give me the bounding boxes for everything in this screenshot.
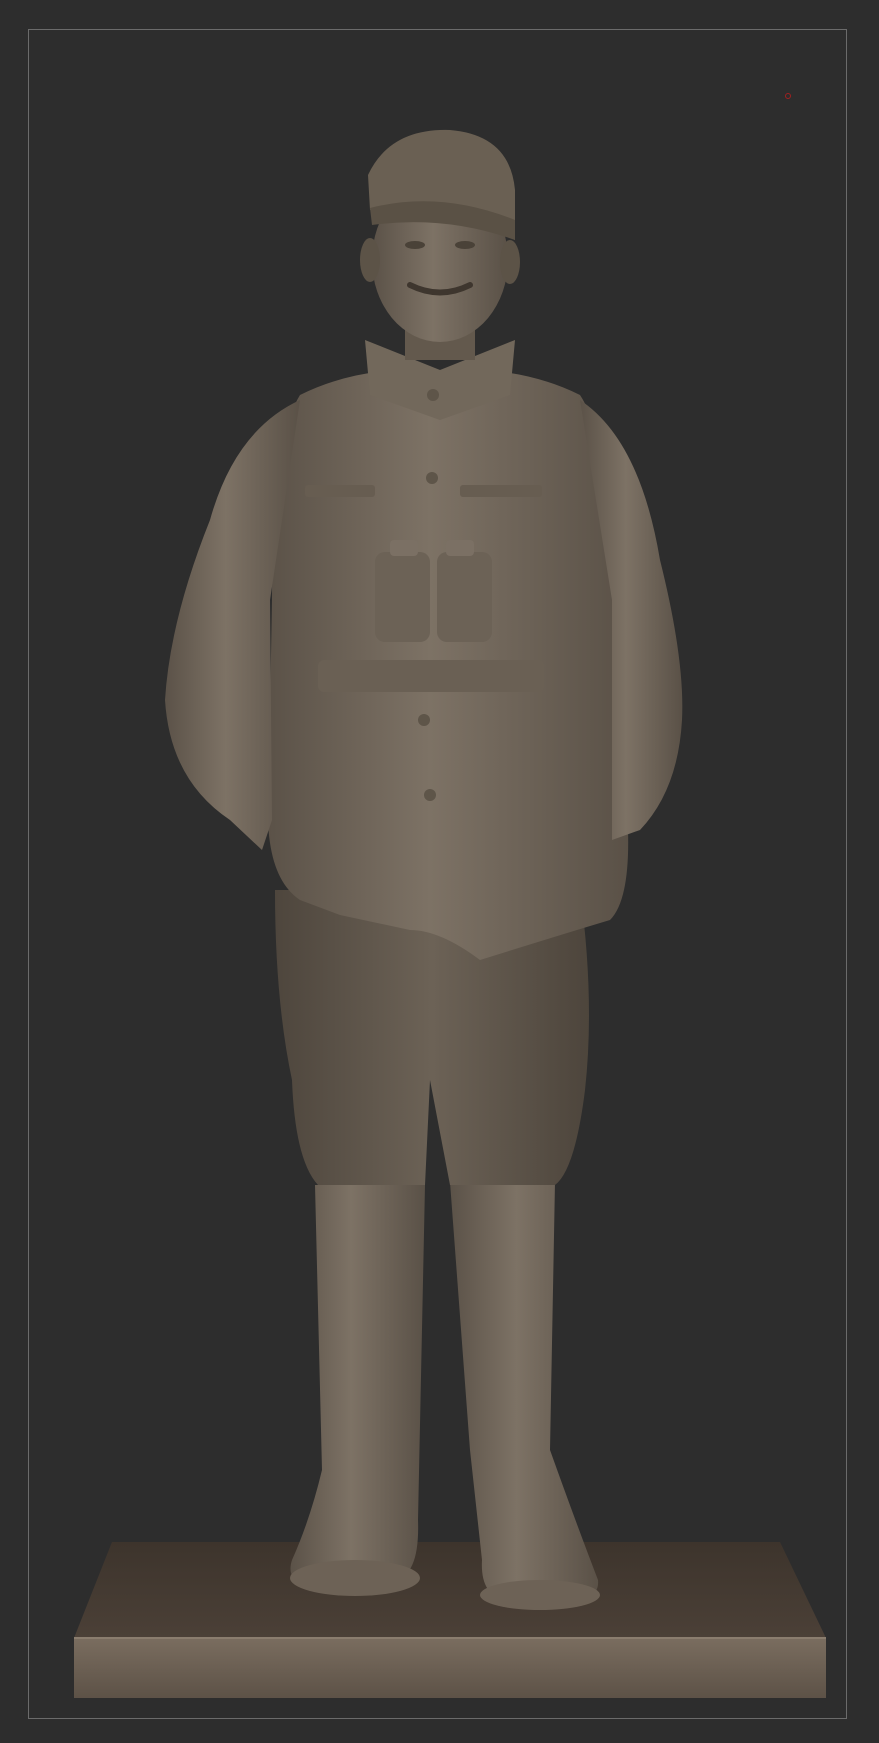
plinth bbox=[74, 1542, 826, 1698]
head bbox=[360, 129, 520, 360]
sculpt-mesh-icon[interactable] bbox=[0, 0, 879, 1743]
viewport-canvas[interactable] bbox=[0, 0, 879, 1743]
jacket bbox=[165, 340, 683, 960]
